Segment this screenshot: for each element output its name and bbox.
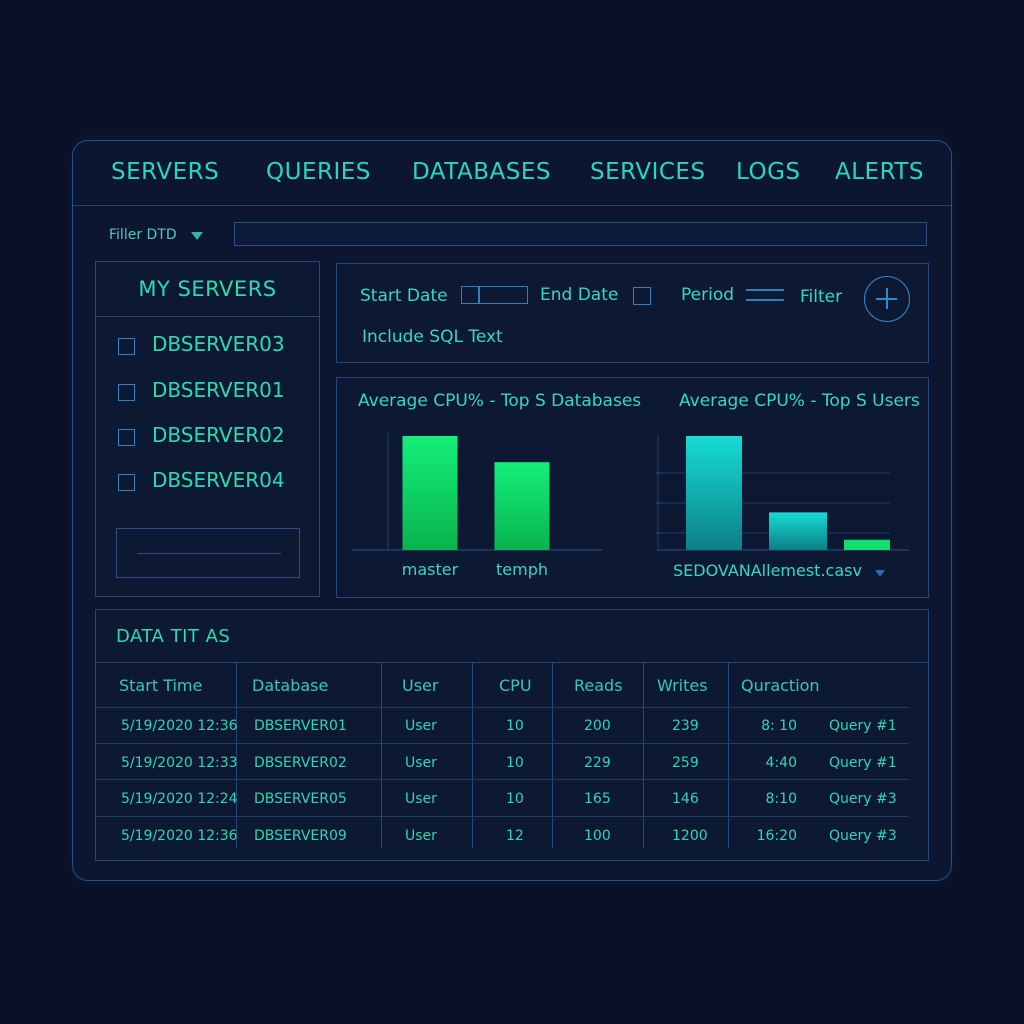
server-checkbox[interactable] xyxy=(118,474,135,491)
table-cell: 8:10 xyxy=(765,791,797,807)
query-link[interactable]: Query #3 xyxy=(829,828,897,844)
divider xyxy=(137,553,281,554)
period-line-bottom xyxy=(746,299,784,301)
column-header[interactable]: CPU xyxy=(499,676,532,695)
nav-logs[interactable]: LOGS xyxy=(736,159,801,185)
data-table-panel: DATA TIT AS Start Time Database User CPU… xyxy=(95,609,929,861)
table-cell: DBSERVER09 xyxy=(254,827,347,844)
period-label: Period xyxy=(681,285,735,305)
table-cell: 5/19/2020 12:33 xyxy=(121,754,238,771)
chart-x-label-users: SEDOVANAllemest.casv xyxy=(673,561,862,580)
table-cell: DBSERVER05 xyxy=(254,791,347,807)
table-cell: 10 xyxy=(506,754,524,771)
query-link[interactable]: Query #1 xyxy=(829,755,897,771)
column-header[interactable]: Reads xyxy=(574,676,623,695)
tick-label: master xyxy=(402,560,459,579)
query-link[interactable]: Query #1 xyxy=(829,718,897,734)
column-divider xyxy=(472,662,473,848)
tick-label: temph xyxy=(496,560,548,579)
table-cell: 16:20 xyxy=(756,827,797,844)
chevron-down-icon[interactable] xyxy=(191,232,203,240)
chart-users xyxy=(656,436,909,551)
table-cell: DBSERVER02 xyxy=(254,754,347,771)
table-cell: 5/19/2020 12:36 xyxy=(121,827,238,844)
server-name: DBSERVER03 xyxy=(152,332,285,356)
table-cell: 12 xyxy=(506,827,524,844)
bar[interactable] xyxy=(769,512,827,550)
server-name: DBSERVER01 xyxy=(152,378,285,402)
query-link[interactable]: Query #3 xyxy=(829,791,897,807)
nav-databases[interactable]: DATABASES xyxy=(412,159,551,185)
add-button[interactable] xyxy=(864,276,910,322)
chevron-down-icon[interactable] xyxy=(875,570,885,577)
top-nav: SERVERS QUERIES DATABASES SERVICES LOGS … xyxy=(73,141,951,206)
bar[interactable] xyxy=(686,436,742,550)
server-input-box[interactable] xyxy=(116,528,300,578)
table-cell: 10 xyxy=(506,718,524,734)
column-header[interactable]: Database xyxy=(252,676,328,695)
table-cell: 200 xyxy=(584,718,611,734)
filter-input[interactable] xyxy=(234,222,927,246)
column-divider xyxy=(552,662,553,848)
table-cell: 239 xyxy=(672,718,699,734)
table-cell: 229 xyxy=(584,754,611,771)
table-cell: 165 xyxy=(584,791,611,807)
end-date-checkbox[interactable] xyxy=(633,287,651,305)
table-cell: 1200 xyxy=(672,827,708,844)
table-cell: 259 xyxy=(672,754,699,771)
table-title: DATA TIT AS xyxy=(116,626,231,647)
server-name: DBSERVER02 xyxy=(152,423,285,447)
nav-services[interactable]: SERVICES xyxy=(590,159,706,185)
bar[interactable] xyxy=(844,539,890,550)
column-header[interactable]: Start Time xyxy=(119,676,202,695)
column-divider xyxy=(381,662,382,848)
column-divider xyxy=(728,662,729,848)
row-divider xyxy=(96,779,908,780)
row-divider xyxy=(96,707,908,708)
start-date-label: Start Date xyxy=(360,286,448,306)
table-cell: 5/19/2020 12:24 xyxy=(121,791,238,807)
table-cell: 4:40 xyxy=(765,754,797,771)
table-cell: 5/19/2020 12:36 xyxy=(121,718,238,734)
nav-queries[interactable]: QUERIES xyxy=(266,159,371,185)
include-sql-label[interactable]: Include SQL Text xyxy=(362,327,503,347)
table-divider xyxy=(96,662,928,663)
table-cell: User xyxy=(405,827,437,844)
start-date-checkbox[interactable] xyxy=(461,286,479,304)
table-cell: User xyxy=(405,791,437,807)
server-checkbox[interactable] xyxy=(118,384,135,401)
filter-label[interactable]: Filler DTD xyxy=(109,227,177,243)
bar[interactable] xyxy=(402,436,458,550)
controls-panel: Start Date End Date Period Filter Includ… xyxy=(336,263,929,363)
charts-panel: Average CPU% - Top S Databases Average C… xyxy=(336,377,929,598)
table-cell: 146 xyxy=(672,791,699,807)
table-cell: 100 xyxy=(584,827,611,844)
bar[interactable] xyxy=(494,462,550,550)
column-divider xyxy=(643,662,644,848)
table-cell: 8: 10 xyxy=(761,718,797,734)
chart-databases: master temph xyxy=(352,433,602,579)
server-checkbox[interactable] xyxy=(118,338,135,355)
end-date-label: End Date xyxy=(540,285,619,305)
table-cell: 10 xyxy=(506,791,524,807)
server-checkbox[interactable] xyxy=(118,429,135,446)
table-cell: DBSERVER01 xyxy=(254,718,347,734)
nav-servers[interactable]: SERVERS xyxy=(111,159,219,185)
nav-alerts[interactable]: ALERTS xyxy=(835,159,924,185)
my-servers-title: MY SERVERS xyxy=(96,262,319,317)
column-header[interactable]: Writes xyxy=(657,676,708,695)
column-header[interactable]: User xyxy=(402,676,438,695)
my-servers-panel: MY SERVERS DBSERVER03 DBSERVER01 DBSERVE… xyxy=(95,261,320,597)
filter-label-control: Filter xyxy=(800,287,843,307)
table-cell: User xyxy=(405,718,437,734)
row-divider xyxy=(96,743,908,744)
column-header[interactable]: Quraction xyxy=(741,676,820,695)
table-cell: User xyxy=(405,754,437,771)
start-date-field[interactable] xyxy=(479,286,528,304)
dashboard-window: SERVERS QUERIES DATABASES SERVICES LOGS … xyxy=(72,140,952,881)
period-line-top xyxy=(746,289,784,291)
row-divider xyxy=(96,816,908,817)
server-name: DBSERVER04 xyxy=(152,468,285,492)
